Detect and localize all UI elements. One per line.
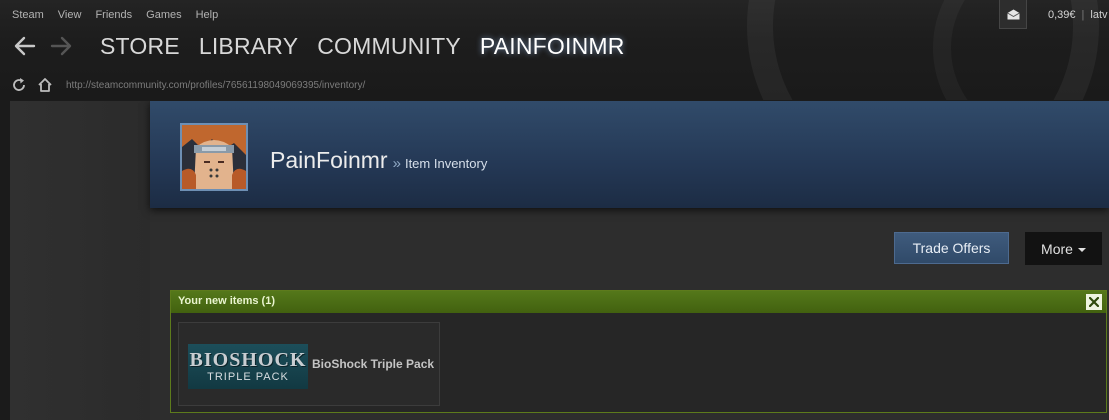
url-text[interactable]: http://steamcommunity.com/profiles/76561… — [66, 80, 365, 91]
item-logo-subtitle: TRIPLE PACK — [207, 370, 289, 383]
trade-offers-button[interactable]: Trade Offers — [894, 232, 1009, 264]
refresh-icon — [13, 78, 25, 91]
item-name[interactable]: BioShock Triple Pack — [312, 357, 434, 371]
tab-store[interactable]: STORE — [100, 33, 180, 59]
back-button[interactable] — [12, 33, 38, 59]
inventory-page: PainFoinmr » Item Inventory Trade Offers… — [10, 101, 1109, 420]
wallet-area: 0,39€ | latv — [1048, 9, 1108, 21]
arrow-right-icon — [50, 36, 72, 56]
profile-name-link[interactable]: PainFoinmr — [270, 147, 388, 174]
home-button[interactable] — [36, 76, 54, 94]
nav-tabs: STORE LIBRARY COMMUNITY PAINFOINMR — [100, 33, 625, 59]
new-items-header: Your new items (1) — [171, 291, 1106, 313]
forward-button[interactable] — [48, 33, 74, 59]
profile-header: PainFoinmr » Item Inventory — [150, 101, 1109, 208]
page-side-shade — [10, 101, 150, 420]
address-bar: http://steamcommunity.com/profiles/76561… — [10, 76, 365, 94]
new-items-panel: Your new items (1) BIOSHOCK TRIPLE PACK … — [170, 290, 1107, 413]
arrow-left-icon — [14, 36, 36, 56]
chevron-down-icon — [1077, 247, 1086, 252]
menu-view[interactable]: View — [58, 9, 82, 21]
close-button[interactable] — [1086, 294, 1102, 310]
breadcrumb-item-inventory: Item Inventory — [404, 156, 488, 171]
menu-steam[interactable]: Steam — [12, 9, 44, 21]
new-items-title: Your new items (1) — [178, 295, 275, 307]
wallet-balance[interactable]: 0,39€ — [1048, 9, 1076, 21]
home-icon — [38, 78, 52, 92]
menu-help[interactable]: Help — [196, 9, 219, 21]
close-icon — [1089, 297, 1099, 307]
menu-bar: Steam View Friends Games Help — [12, 9, 218, 21]
envelope-icon — [1006, 9, 1020, 19]
refresh-button[interactable] — [10, 76, 28, 94]
notification-button[interactable] — [999, 0, 1027, 29]
tab-profile[interactable]: PAINFOINMR — [480, 33, 625, 59]
more-button[interactable]: More — [1025, 232, 1102, 265]
item-image: BIOSHOCK TRIPLE PACK — [188, 344, 308, 389]
more-button-label: More — [1041, 240, 1073, 257]
language-selector[interactable]: latv — [1090, 9, 1107, 21]
breadcrumb-separator: » — [392, 155, 401, 172]
tab-community[interactable]: COMMUNITY — [317, 33, 461, 59]
tab-library[interactable]: LIBRARY — [199, 33, 298, 59]
steam-client-header: Steam View Friends Games Help STORE LIBR… — [0, 0, 1109, 100]
list-item[interactable]: BIOSHOCK TRIPLE PACK BioShock Triple Pac… — [178, 322, 440, 406]
item-logo-title: BIOSHOCK — [189, 348, 307, 371]
profile-title: PainFoinmr » Item Inventory — [270, 147, 487, 174]
menu-friends[interactable]: Friends — [95, 9, 132, 21]
navigation-row: STORE LIBRARY COMMUNITY PAINFOINMR — [12, 33, 625, 59]
wallet-separator: | — [1081, 9, 1085, 21]
avatar[interactable] — [180, 123, 248, 191]
menu-games[interactable]: Games — [146, 9, 181, 21]
avatar-image — [182, 125, 246, 189]
